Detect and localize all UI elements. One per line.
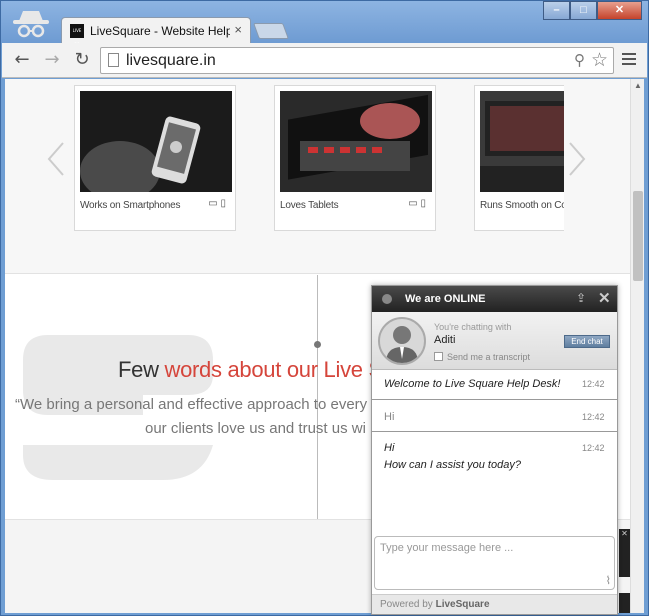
testimonial-quote-line2: our clients love us and trust us wi xyxy=(145,420,366,437)
zoom-icon[interactable]: ⚲ xyxy=(574,51,585,69)
chat-header: We are ONLINE ⇪ ✕ xyxy=(372,286,617,312)
device-slider: Works on Smartphones ▭ ▯ Loves Tablets ▭… xyxy=(5,79,630,274)
slider-prev-icon[interactable] xyxy=(47,141,65,177)
slider-next-icon[interactable] xyxy=(568,141,586,177)
tab-close-icon[interactable]: × xyxy=(234,22,242,37)
url-text: livesquare.in xyxy=(126,52,216,69)
send-transcript-checkbox[interactable]: Send me a transcript xyxy=(434,352,530,362)
menu-icon[interactable] xyxy=(622,53,636,68)
page-icon xyxy=(108,53,119,67)
slider-card-computers[interactable]: Runs Smooth on Computers xyxy=(474,85,564,231)
window-controls: – □ ✕ xyxy=(543,1,642,21)
end-chat-button[interactable]: End chat xyxy=(564,335,610,348)
message-text-line2: How can I assist you today? xyxy=(384,459,521,471)
agent-panel: You're chatting with Aditi Send me a tra… xyxy=(372,312,617,370)
chat-close-icon[interactable]: ✕ xyxy=(598,289,611,307)
browser-window: LIVE SQ LiveSquare - Website HelpDesk × … xyxy=(0,0,649,616)
favicon-icon: LIVE SQ xyxy=(70,24,84,47)
agent-avatar xyxy=(378,317,426,365)
message-text: Hi xyxy=(384,442,395,454)
powered-by: Powered by LiveSquare xyxy=(372,594,617,614)
card-caption: Runs Smooth on Computers xyxy=(480,200,564,211)
incognito-icon xyxy=(13,11,49,38)
attach-icon[interactable]: ⌇ xyxy=(606,574,611,587)
slider-card-tablets[interactable]: Loves Tablets ▭ ▯ xyxy=(274,85,436,231)
export-icon[interactable]: ⇪ xyxy=(576,291,586,305)
card-caption: Loves Tablets xyxy=(280,200,339,211)
testimonial-quote-line1: “We bring a personal and effective appro… xyxy=(15,396,368,413)
message-time: 12:42 xyxy=(582,443,605,453)
side-tab-lower[interactable] xyxy=(619,593,630,613)
smartphone-image xyxy=(80,91,232,192)
tab-livesquare[interactable]: LIVE SQ LiveSquare - Website HelpDesk × xyxy=(61,17,251,47)
tab-title: LiveSquare - Website HelpDesk xyxy=(90,24,230,38)
tablet-image xyxy=(280,91,432,192)
title-bar: LIVE SQ LiveSquare - Website HelpDesk × … xyxy=(1,1,648,47)
status-dot-icon xyxy=(382,294,392,304)
device-icons: ▭ ▯ xyxy=(208,198,226,209)
side-tab[interactable]: ✕ xyxy=(619,529,630,577)
message-time: 12:42 xyxy=(582,412,605,422)
slider-card-smartphones[interactable]: Works on Smartphones ▭ ▯ xyxy=(74,85,236,231)
scroll-thumb[interactable] xyxy=(633,191,643,281)
timeline-dot xyxy=(314,341,321,348)
chat-title: We are ONLINE xyxy=(405,293,486,305)
message-text: Welcome to Live Square Help Desk! xyxy=(384,378,561,390)
chatting-with-label: You're chatting with xyxy=(434,322,512,332)
agent-name: Aditi xyxy=(434,334,456,346)
minimize-button[interactable]: – xyxy=(543,1,570,20)
message-text: Hi xyxy=(384,411,395,423)
device-icons: ▭ ▯ xyxy=(408,198,426,209)
chat-message: Hi How can I assist you today? 12:42 xyxy=(372,432,617,482)
card-caption: Works on Smartphones xyxy=(80,200,181,211)
forward-button[interactable]: → xyxy=(42,50,62,70)
back-button[interactable]: ← xyxy=(12,50,32,70)
maximize-button[interactable]: □ xyxy=(570,1,597,20)
chat-input-box: ⌇ xyxy=(374,536,615,590)
testimonials-heading: Few words about our Live Su xyxy=(118,357,395,382)
address-bar[interactable]: livesquare.in ⚲ ☆ xyxy=(100,47,614,74)
scroll-up-icon[interactable]: ▲ xyxy=(634,81,642,90)
chat-message-input[interactable] xyxy=(375,537,614,589)
computer-image xyxy=(480,91,564,192)
reload-button[interactable]: ↻ xyxy=(72,50,92,70)
bookmark-star-icon[interactable]: ☆ xyxy=(591,49,608,72)
chat-widget: We are ONLINE ⇪ ✕ You're chatting with A… xyxy=(371,285,618,615)
chat-message: Welcome to Live Square Help Desk! 12:42 xyxy=(372,370,617,400)
browser-toolbar: ← → ↻ livesquare.in ⚲ ☆ xyxy=(2,43,647,78)
page-scrollbar[interactable]: ▲ xyxy=(630,79,644,613)
message-time: 12:42 xyxy=(582,379,605,389)
chat-message: Hi 12:42 xyxy=(372,400,617,432)
close-window-button[interactable]: ✕ xyxy=(597,1,642,20)
new-tab-button[interactable] xyxy=(253,23,289,39)
